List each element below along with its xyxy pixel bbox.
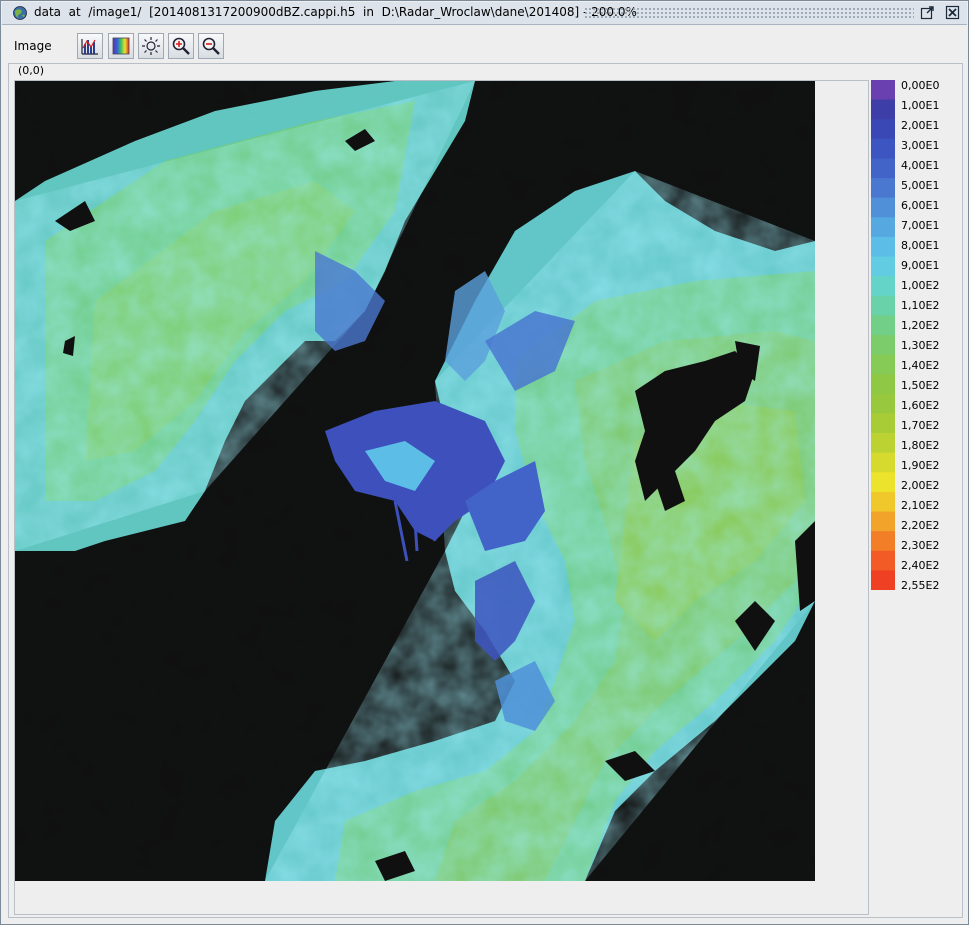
colorbar-swatch bbox=[871, 531, 895, 552]
colorbar-label: 2,40E2 bbox=[901, 559, 940, 572]
colorbar-label: 7,00E1 bbox=[901, 219, 940, 232]
palette-button[interactable] bbox=[108, 33, 134, 59]
cursor-coordinate: (0,0) bbox=[16, 64, 47, 77]
colorbar-swatch bbox=[871, 511, 895, 532]
zoom-in-icon bbox=[172, 37, 190, 55]
colorbar-label: 2,55E2 bbox=[901, 579, 940, 592]
colorbar-label: 2,00E1 bbox=[901, 119, 940, 132]
colorbar-swatch bbox=[871, 491, 895, 513]
colorbar-label: 1,40E2 bbox=[901, 359, 940, 372]
colorbar-swatch bbox=[871, 217, 895, 238]
histogram-button[interactable] bbox=[77, 33, 103, 59]
brightness-icon bbox=[142, 37, 160, 55]
colorbar-swatch bbox=[871, 256, 895, 277]
colorbar-label: 1,00E2 bbox=[901, 279, 940, 292]
colorbar-label: 1,50E2 bbox=[901, 379, 940, 392]
colorbar-label: 4,00E1 bbox=[901, 159, 940, 172]
colorbar-swatch bbox=[871, 99, 895, 120]
colorbar-label: 6,00E1 bbox=[901, 199, 940, 212]
zoom-in-button[interactable] bbox=[168, 33, 194, 59]
colorbar-swatch bbox=[871, 295, 895, 316]
colorbar-label: 9,00E1 bbox=[901, 259, 940, 272]
colorbar-swatch bbox=[871, 413, 895, 434]
histogram-icon bbox=[81, 39, 98, 55]
title-grip bbox=[584, 7, 914, 19]
colorbar-label: 8,00E1 bbox=[901, 239, 940, 252]
colorbar-label: 0,00E0 bbox=[901, 79, 940, 92]
zoom-out-button[interactable] bbox=[198, 33, 224, 59]
colorbar-swatch bbox=[871, 354, 895, 375]
colorbar-label: 1,80E2 bbox=[901, 439, 940, 452]
colorbar-label: 2,30E2 bbox=[901, 539, 940, 552]
colorbar-label: 1,90E2 bbox=[901, 459, 940, 472]
close-icon[interactable] bbox=[945, 5, 960, 20]
colorbar bbox=[871, 80, 895, 590]
colorbar-swatch bbox=[871, 550, 895, 571]
colorbar-swatch bbox=[871, 276, 895, 297]
menu-bar: Image bbox=[2, 25, 967, 59]
title-bar[interactable]: data at /image1/ [2014081317200900dBZ.ca… bbox=[2, 2, 967, 25]
colorbar-swatch bbox=[871, 315, 895, 336]
colorbar-swatch bbox=[871, 138, 895, 159]
colorbar-swatch bbox=[871, 452, 895, 473]
colorbar-label: 1,70E2 bbox=[901, 419, 940, 432]
colorbar-label: 2,00E2 bbox=[901, 479, 940, 492]
colorbar-label: 5,00E1 bbox=[901, 179, 940, 192]
colorbar-swatch bbox=[871, 197, 895, 218]
colorbar-swatch bbox=[871, 433, 895, 454]
colorbar-swatch bbox=[871, 236, 895, 258]
colorbar-label: 1,30E2 bbox=[901, 339, 940, 352]
colorbar-swatch bbox=[871, 80, 895, 101]
colorbar-label: 1,60E2 bbox=[901, 399, 940, 412]
radar-image[interactable] bbox=[15, 81, 815, 881]
colorbar-label: 2,20E2 bbox=[901, 519, 940, 532]
colorbar-label: 1,20E2 bbox=[901, 319, 940, 332]
window-title: data at /image1/ [2014081317200900dBZ.ca… bbox=[34, 5, 637, 19]
image-menu[interactable]: Image bbox=[14, 39, 52, 53]
brightness-button[interactable] bbox=[138, 33, 164, 59]
colorbar-swatch bbox=[871, 472, 895, 493]
colorbar-label: 1,00E1 bbox=[901, 99, 940, 112]
colorbar-label: 3,00E1 bbox=[901, 139, 940, 152]
colorbar-swatch bbox=[871, 335, 895, 356]
colorbar-swatch bbox=[871, 178, 895, 199]
palette-icon bbox=[112, 37, 130, 55]
undock-icon[interactable] bbox=[920, 5, 935, 20]
globe-icon bbox=[13, 6, 27, 20]
zoom-out-icon bbox=[202, 37, 220, 55]
colorbar-swatch bbox=[871, 119, 895, 140]
colorbar-swatch bbox=[871, 374, 895, 395]
colorbar-label: 1,10E2 bbox=[901, 299, 940, 312]
colorbar-label: 2,10E2 bbox=[901, 499, 940, 512]
colorbar-swatch bbox=[871, 393, 895, 414]
colorbar-swatch bbox=[871, 570, 895, 590]
colorbar-swatch bbox=[871, 158, 895, 179]
